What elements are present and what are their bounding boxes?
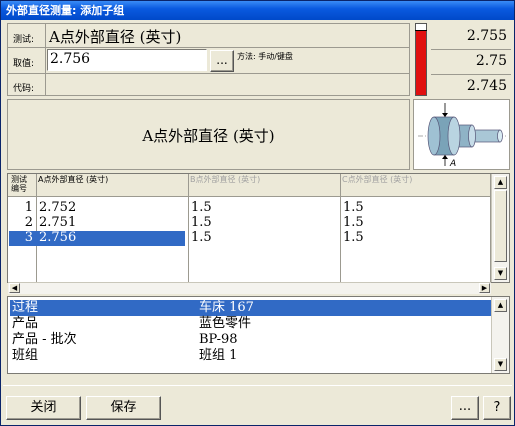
target-value: 2.75: [475, 53, 507, 69]
value-input[interactable]: 2.756: [47, 49, 207, 71]
scroll-down-icon[interactable]: ▼: [494, 358, 507, 371]
row-number: 2: [24, 215, 33, 230]
info-value: 班组 1: [199, 348, 238, 363]
limits-bar: [415, 23, 427, 96]
upper-limit: 2.755: [466, 28, 507, 44]
diagram-point-label: A: [449, 159, 456, 169]
info-key: 班组: [12, 348, 39, 363]
grid-col-header-c[interactable]: C点外部直径 (英寸): [342, 175, 490, 196]
grid-col-header-a[interactable]: A点外部直径 (英寸): [38, 175, 186, 196]
selected-row-highlight: [9, 231, 185, 246]
row-number: 3: [24, 230, 33, 245]
grid-cell-b2[interactable]: 1.5: [191, 215, 212, 231]
scroll-down-icon[interactable]: ▼: [494, 267, 507, 280]
scroll-up-icon[interactable]: ▲: [494, 176, 507, 189]
info-key: 过程: [12, 300, 39, 315]
info-row-shift[interactable]: 班组 班组 1: [11, 348, 496, 364]
info-value: 车床 167: [199, 300, 254, 315]
info-row-lot[interactable]: 产品 - 批次 BP-98: [11, 332, 496, 348]
grid-cell-a2[interactable]: 2.751: [39, 215, 76, 231]
browse-button[interactable]: ...: [210, 50, 234, 72]
window-title: 外部直径测量: 添加子组: [1, 1, 514, 20]
value-input-text: 2.756: [50, 51, 91, 67]
header-separator: [45, 24, 46, 95]
row-number: 1: [24, 200, 33, 215]
more-button[interactable]: ...: [451, 396, 479, 420]
code-label: 代码:: [13, 84, 35, 94]
method-label: 方法: 手动/键盘: [237, 52, 293, 61]
info-key: 产品: [12, 316, 39, 331]
info-key: 产品 - 批次: [12, 332, 77, 347]
characteristic-title: A点外部直径 (英寸): [142, 127, 275, 145]
input-label: 取值:: [13, 59, 35, 69]
grid-cell-c3[interactable]: 1.5: [343, 230, 364, 246]
info-value: BP-98: [199, 332, 238, 347]
part-diagram: A: [413, 99, 510, 170]
grid-cell-b1[interactable]: 1.5: [191, 200, 212, 216]
info-value: 蓝色零件: [199, 316, 252, 331]
close-button[interactable]: 关闭: [6, 396, 81, 420]
info-row-product[interactable]: 产品 蓝色零件: [11, 316, 496, 332]
lower-limit: 2.745: [466, 78, 507, 94]
scroll-right-icon[interactable]: ▶: [479, 283, 490, 293]
limits-bar-fill: [416, 29, 426, 95]
grid-index-header: 测试 编号: [11, 175, 27, 193]
dialog-window: 外部直径测量: 添加子组 测试: A点外部直径 (英寸) 取值: 2.756 .…: [0, 0, 515, 426]
grid-cell-a1[interactable]: 2.752: [39, 200, 76, 216]
grid-cell-c2[interactable]: 1.5: [343, 215, 364, 231]
save-button[interactable]: 保存: [86, 396, 161, 420]
grid-cell-b3[interactable]: 1.5: [191, 230, 212, 246]
grid-horizontal-scrollbar[interactable]: [8, 282, 491, 294]
grid-cell-a3[interactable]: 2.756: [39, 230, 76, 246]
test-label: 测试:: [13, 35, 35, 45]
grid-col-header-b[interactable]: B点外部直径 (英寸): [190, 175, 338, 196]
help-button[interactable]: ?: [483, 396, 511, 420]
shaft-diagram-icon: A: [418, 103, 506, 169]
test-value: A点外部直径 (英寸): [49, 28, 182, 46]
scroll-up-icon[interactable]: ▲: [494, 299, 507, 312]
scroll-thumb[interactable]: [494, 190, 507, 262]
info-row-process[interactable]: 过程 车床 167: [11, 300, 496, 316]
grid-cell-c1[interactable]: 1.5: [343, 200, 364, 216]
scroll-left-icon[interactable]: ◀: [9, 283, 20, 293]
